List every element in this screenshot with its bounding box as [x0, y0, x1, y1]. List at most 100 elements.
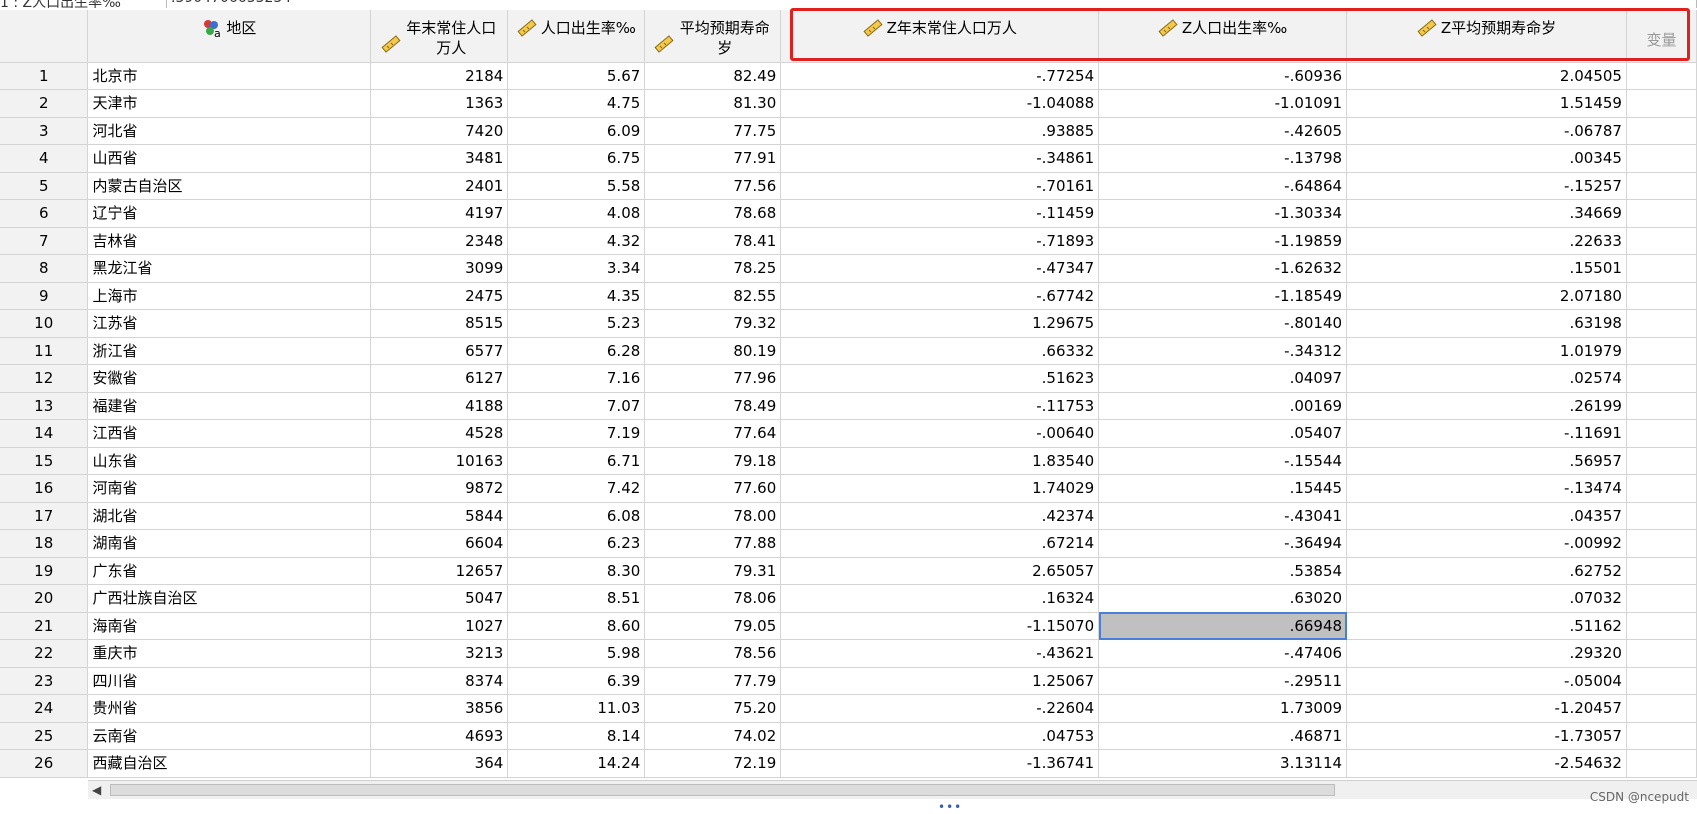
cell-region[interactable]: 湖北省: [87, 502, 372, 530]
cell-zlife[interactable]: -2.54632: [1346, 749, 1627, 778]
cell-birth[interactable]: 7.07: [507, 392, 646, 420]
cell-region[interactable]: 广西壮族自治区: [87, 584, 372, 613]
table-row[interactable]: 2 天津市 1363 4.75 81.30 -1.04088 -1.01091 1.51459: [0, 89, 1697, 118]
cell-empty[interactable]: [1626, 337, 1697, 365]
scroll-left-icon[interactable]: ◀: [92, 783, 101, 797]
row-number[interactable]: 13: [0, 392, 89, 420]
cell-pop[interactable]: 2401: [370, 172, 509, 200]
cell-pop[interactable]: 3213: [370, 639, 509, 668]
row-number[interactable]: 16: [0, 474, 89, 503]
cell-zlife[interactable]: -.00992: [1346, 529, 1627, 558]
cell-zlife[interactable]: .02574: [1346, 364, 1627, 393]
cell-region[interactable]: 黑龙江省: [87, 254, 372, 283]
cell-zpop[interactable]: .93885: [780, 117, 1100, 145]
cell-life[interactable]: 80.19: [644, 337, 782, 365]
cell-zbirth[interactable]: .53854: [1098, 557, 1348, 585]
cell-zpop[interactable]: -.70161: [780, 172, 1100, 200]
cell-region[interactable]: 江西省: [87, 419, 372, 448]
row-number[interactable]: 10: [0, 309, 89, 338]
cell-zbirth[interactable]: -.47406: [1098, 639, 1348, 668]
cell-life[interactable]: 77.79: [644, 667, 782, 695]
cell-zlife[interactable]: 1.51459: [1346, 89, 1627, 118]
cell-zbirth[interactable]: -.34312: [1098, 337, 1348, 365]
cell-empty[interactable]: [1626, 364, 1697, 393]
cell-region[interactable]: 山东省: [87, 447, 372, 475]
row-number[interactable]: 18: [0, 529, 89, 558]
cell-birth[interactable]: 8.30: [507, 557, 646, 585]
cell-zlife[interactable]: -1.20457: [1346, 694, 1627, 723]
cell-zlife[interactable]: .00345: [1346, 144, 1627, 173]
cell-life[interactable]: 78.25: [644, 254, 782, 283]
table-row[interactable]: 12 安徽省 6127 7.16 77.96.51623.04097.02574: [0, 364, 1697, 393]
cell-zpop[interactable]: .42374: [780, 502, 1100, 530]
row-number[interactable]: 8: [0, 254, 89, 283]
cell-empty[interactable]: [1626, 612, 1697, 640]
table-row[interactable]: 24 贵州省 3856 11.03 75.20 -.22604 1.73009 -1.2045…: [0, 694, 1697, 723]
cell-zbirth[interactable]: .66948: [1098, 612, 1348, 640]
corner-cell[interactable]: [0, 10, 89, 63]
cell-zpop[interactable]: -.11753: [780, 392, 1100, 420]
cell-zbirth[interactable]: -1.62632: [1098, 254, 1348, 283]
cell-empty[interactable]: [1626, 639, 1697, 668]
cell-zlife[interactable]: .29320: [1346, 639, 1627, 668]
cell-pop[interactable]: 12657: [370, 557, 509, 585]
cell-zpop[interactable]: -.47347: [780, 254, 1100, 283]
table-row[interactable]: 3 河北省 7420 6.09 77.75.93885 -.42605 -.06787: [0, 117, 1697, 145]
row-number[interactable]: 24: [0, 694, 89, 723]
row-number[interactable]: 2: [0, 89, 89, 118]
cell-zbirth[interactable]: -.43041: [1098, 502, 1348, 530]
cell-birth[interactable]: 8.60: [507, 612, 646, 640]
cell-life[interactable]: 78.06: [644, 584, 782, 613]
column-header-empty[interactable]: 变量: [1626, 10, 1697, 63]
cell-empty[interactable]: [1626, 282, 1697, 310]
cell-region[interactable]: 重庆市: [87, 639, 372, 668]
table-row[interactable]: 7 吉林省 2348 4.32 78.41 -.71893 -1.19859.22633: [0, 227, 1697, 255]
cell-pop[interactable]: 2184: [370, 62, 509, 90]
table-row[interactable]: 8 黑龙江省 3099 3.34 78.25 -.47347 -1.62632.15501: [0, 254, 1697, 283]
cell-zbirth[interactable]: -.13798: [1098, 144, 1348, 173]
cell-empty[interactable]: [1626, 419, 1697, 448]
cell-zbirth[interactable]: -.42605: [1098, 117, 1348, 145]
cell-pop[interactable]: 5047: [370, 584, 509, 613]
cell-pop[interactable]: 3481: [370, 144, 509, 173]
cell-zlife[interactable]: -.13474: [1346, 474, 1627, 503]
cell-zbirth[interactable]: 1.73009: [1098, 694, 1348, 723]
row-number[interactable]: 17: [0, 502, 89, 530]
cell-life[interactable]: 79.32: [644, 309, 782, 338]
cell-life[interactable]: 81.30: [644, 89, 782, 118]
cell-region[interactable]: 云南省: [87, 722, 372, 750]
cell-birth[interactable]: 7.42: [507, 474, 646, 503]
row-number[interactable]: 21: [0, 612, 89, 640]
cell-birth[interactable]: 5.23: [507, 309, 646, 338]
row-number[interactable]: 25: [0, 722, 89, 750]
cell-zbirth[interactable]: -1.18549: [1098, 282, 1348, 310]
cell-pop[interactable]: 8374: [370, 667, 509, 695]
cell-life[interactable]: 79.31: [644, 557, 782, 585]
table-row[interactable]: 11 浙江省 6577 6.28 80.19.66332 -.34312 1.01979: [0, 337, 1697, 365]
row-number[interactable]: 3: [0, 117, 89, 145]
cell-region[interactable]: 西藏自治区: [87, 749, 372, 778]
column-header-birth[interactable]: 人口出生率‰: [507, 10, 646, 63]
row-number[interactable]: 22: [0, 639, 89, 668]
cell-life[interactable]: 78.41: [644, 227, 782, 255]
cell-birth[interactable]: 4.32: [507, 227, 646, 255]
cell-zlife[interactable]: .07032: [1346, 584, 1627, 613]
cell-birth[interactable]: 4.35: [507, 282, 646, 310]
cell-zlife[interactable]: 2.07180: [1346, 282, 1627, 310]
cell-birth[interactable]: 6.39: [507, 667, 646, 695]
row-number[interactable]: 7: [0, 227, 89, 255]
cell-zlife[interactable]: .04357: [1346, 502, 1627, 530]
cell-pop[interactable]: 364: [370, 749, 509, 778]
cell-pop[interactable]: 9872: [370, 474, 509, 503]
column-header-life[interactable]: 平均预期寿命岁: [644, 10, 782, 63]
resize-handle-icon[interactable]: •••: [938, 800, 962, 814]
cell-zbirth[interactable]: -.60936: [1098, 62, 1348, 90]
cell-pop[interactable]: 5844: [370, 502, 509, 530]
cell-birth[interactable]: 6.23: [507, 529, 646, 558]
cell-pop[interactable]: 2475: [370, 282, 509, 310]
cell-region[interactable]: 浙江省: [87, 337, 372, 365]
column-header-region[interactable]: a 地区: [87, 10, 372, 63]
table-row[interactable]: 17 湖北省 5844 6.08 78.00.42374 -.43041.04357: [0, 502, 1697, 530]
row-number[interactable]: 9: [0, 282, 89, 310]
cell-region[interactable]: 河北省: [87, 117, 372, 145]
